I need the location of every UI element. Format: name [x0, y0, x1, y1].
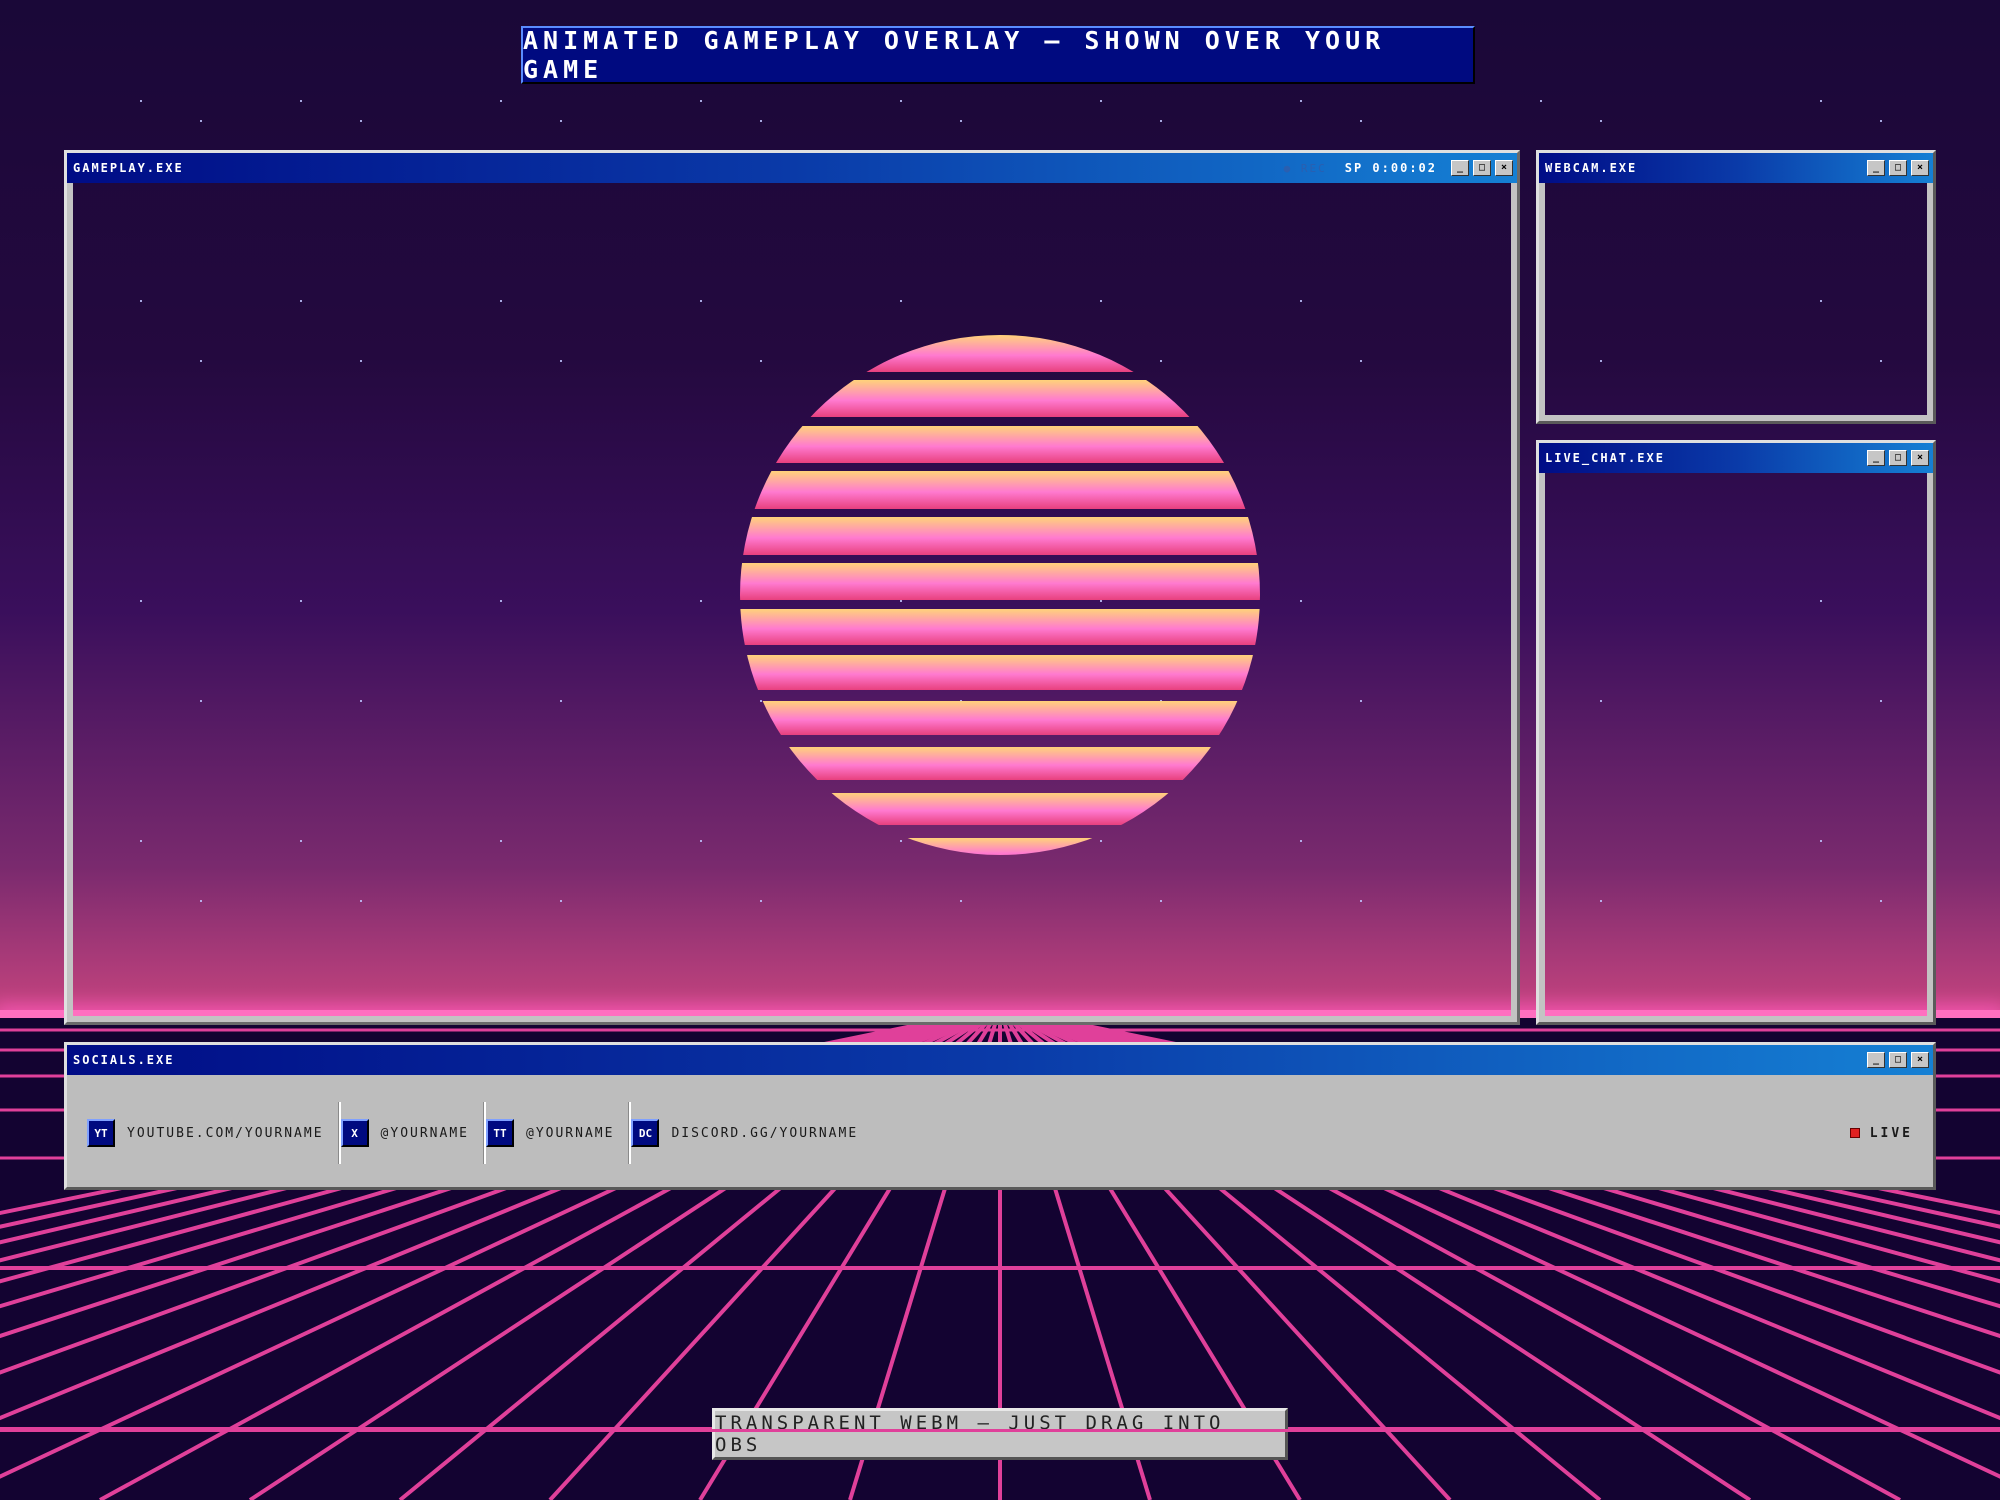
maximize-icon[interactable]: □ [1889, 450, 1907, 466]
star [1100, 100, 1102, 102]
chat-window[interactable]: LIVE_CHAT.EXE _ □ × [1536, 440, 1936, 1025]
retro-sun [740, 335, 1260, 855]
sun-stripe [740, 793, 1260, 825]
rec-indicator: ● REC [1283, 161, 1327, 175]
sun-stripe [740, 838, 1260, 855]
maximize-icon[interactable]: □ [1889, 160, 1907, 176]
gameplay-title: GAMEPLAY.EXE [73, 161, 184, 175]
stream-timer: SP 0:00:02 [1344, 161, 1437, 175]
chat-title: LIVE_CHAT.EXE [1545, 451, 1665, 465]
live-dot-icon [1849, 1128, 1860, 1138]
star [560, 120, 562, 122]
sun-stripe [740, 335, 1260, 372]
socials-title: SOCIALS.EXE [73, 1053, 175, 1067]
webcam-window[interactable]: WEBCAM.EXE _ □ × [1536, 150, 1936, 424]
star [500, 100, 502, 102]
header-banner: ANIMATED GAMEPLAY OVERLAY — SHOWN OVER Y… [521, 26, 1475, 84]
close-icon[interactable]: × [1911, 450, 1929, 466]
star [1820, 100, 1822, 102]
social-youtube[interactable]: YT YOUTUBE.COM/YOURNAME [87, 1101, 338, 1165]
social-handle: YOUTUBE.COM/YOURNAME [127, 1125, 324, 1141]
star [360, 120, 362, 122]
webcam-title: WEBCAM.EXE [1545, 161, 1638, 175]
social-handle: @YOURNAME [526, 1125, 615, 1141]
star [1160, 120, 1162, 122]
sun-stripe [740, 747, 1260, 780]
maximize-icon[interactable]: □ [1473, 160, 1491, 176]
live-label: LIVE [1869, 1125, 1913, 1141]
star [700, 100, 702, 102]
star [1300, 100, 1302, 102]
socials-titlebar[interactable]: SOCIALS.EXE _ □ × [67, 1045, 1933, 1075]
star [1540, 100, 1542, 102]
star [960, 120, 962, 122]
gameplay-titlebar[interactable]: GAMEPLAY.EXE ● REC SP 0:00:02 _ □ × [67, 153, 1517, 183]
minimize-icon[interactable]: _ [1451, 160, 1469, 176]
star [300, 100, 302, 102]
minimize-icon[interactable]: _ [1867, 450, 1885, 466]
social-discord[interactable]: DC DISCORD.GG/YOURNAME [631, 1101, 872, 1165]
maximize-icon[interactable]: □ [1889, 1052, 1907, 1068]
close-icon[interactable]: × [1495, 160, 1513, 176]
minimize-icon[interactable]: _ [1867, 1052, 1885, 1068]
youtube-icon: YT [87, 1119, 115, 1147]
discord-icon: DC [631, 1119, 660, 1147]
social-handle: @YOURNAME [380, 1125, 469, 1141]
footer-text: TRANSPARENT WEBM — JUST DRAG INTO OBS [715, 1412, 1225, 1456]
sun-stripe [740, 701, 1260, 735]
live-indicator: LIVE [1849, 1125, 1913, 1141]
footer-badge: TRANSPARENT WEBM — JUST DRAG INTO OBS [712, 1408, 1288, 1460]
banner-text: ANIMATED GAMEPLAY OVERLAY — SHOWN OVER Y… [523, 26, 1386, 84]
star [1600, 120, 1602, 122]
sun-stripe [740, 517, 1260, 555]
socials-window[interactable]: SOCIALS.EXE _ □ × YT YOUTUBE.COM/YOURNAM… [64, 1042, 1936, 1190]
close-icon[interactable]: × [1911, 160, 1929, 176]
star [1880, 120, 1882, 122]
tiktok-icon: TT [486, 1119, 514, 1147]
sun-stripe [740, 426, 1260, 463]
minimize-icon[interactable]: _ [1867, 160, 1885, 176]
social-x[interactable]: X @YOURNAME [340, 1101, 483, 1165]
star [900, 100, 902, 102]
sun-stripe [740, 471, 1260, 509]
x-icon: X [340, 1119, 369, 1147]
sun-stripe [740, 609, 1260, 645]
socials-row: YT YOUTUBE.COM/YOURNAME X @YOURNAME TT @… [87, 1075, 1913, 1191]
star [760, 120, 762, 122]
star [140, 100, 142, 102]
close-icon[interactable]: × [1911, 1052, 1929, 1068]
chat-titlebar[interactable]: LIVE_CHAT.EXE _ □ × [1539, 443, 1933, 473]
social-handle: DISCORD.GG/YOURNAME [671, 1125, 859, 1141]
sun-stripe [740, 655, 1260, 690]
webcam-area [1545, 183, 1927, 415]
social-tiktok[interactable]: TT @YOURNAME [486, 1101, 628, 1165]
chat-area [1545, 473, 1927, 1016]
webcam-titlebar[interactable]: WEBCAM.EXE _ □ × [1539, 153, 1933, 183]
sun-stripe [740, 563, 1260, 600]
star [1360, 120, 1362, 122]
sun-stripe [740, 380, 1260, 417]
star [200, 120, 202, 122]
grid-horizontal-line [0, 1429, 2000, 1432]
